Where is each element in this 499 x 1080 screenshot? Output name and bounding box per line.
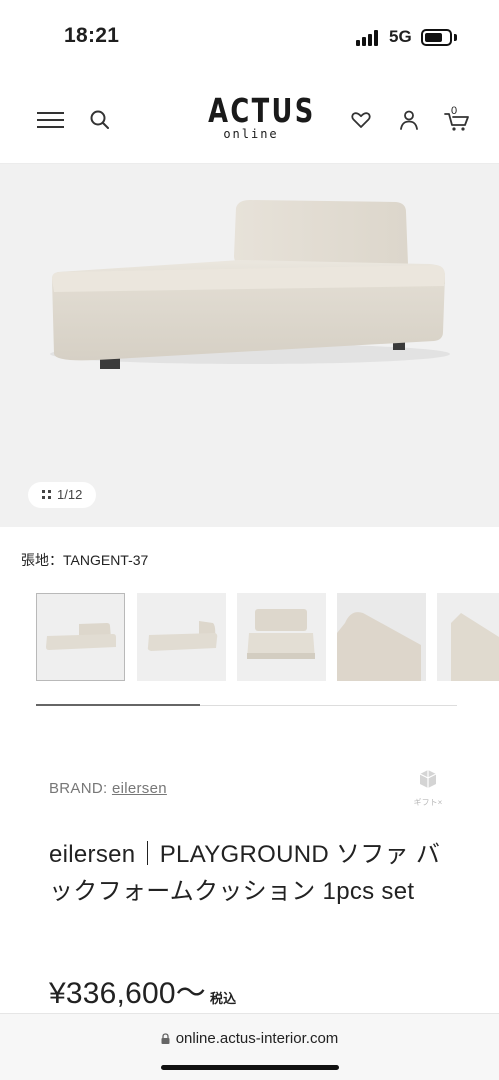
heart-icon[interactable]	[349, 108, 373, 132]
fabric-label: 張地：TANGENT-37	[21, 552, 149, 568]
thumbnail-1[interactable]	[36, 593, 125, 681]
status-bar: 18:21 5G	[0, 0, 499, 72]
sofa-illustration	[50, 200, 450, 369]
gift-label: ギフト×	[413, 798, 443, 807]
product-title: eilersen｜PLAYGROUND ソファ バックフォームクッション 1pc…	[49, 841, 441, 905]
tax-label: 税込	[209, 991, 237, 1006]
site-header: ACTUS online 0	[0, 72, 499, 164]
signal-icon	[356, 30, 382, 46]
price-value: ¥336,600～	[49, 977, 206, 1010]
search-icon[interactable]	[88, 108, 112, 132]
image-counter-text: 1/12	[57, 487, 83, 502]
product-hero-image[interactable]: 1/12	[0, 164, 499, 527]
url-text: online.actus-interior.com	[175, 1030, 339, 1047]
user-icon[interactable]	[397, 108, 421, 132]
thumbnail-4[interactable]	[337, 593, 426, 681]
status-time: 18:21	[64, 24, 120, 47]
brand-prefix: BRAND:	[49, 780, 112, 797]
cart-icon[interactable]: 0	[443, 105, 471, 132]
product-price: ¥336,600～ 税込	[49, 968, 236, 1012]
battery-icon	[421, 29, 452, 46]
brand-link[interactable]: eilersen	[112, 780, 167, 797]
cart-count: 0	[451, 105, 458, 117]
browser-address-bar[interactable]: online.actus-interior.com	[0, 1013, 499, 1080]
battery-tip	[454, 34, 457, 41]
gift-icon	[419, 770, 437, 788]
site-logo[interactable]: ACTUS online	[196, 91, 316, 142]
thumbnail-3[interactable]	[237, 593, 326, 681]
thumbnail-2[interactable]	[137, 593, 226, 681]
brand-line: BRAND: eilersen	[49, 780, 167, 797]
menu-icon[interactable]	[37, 112, 64, 128]
thumbnail-scroll-indicator	[36, 704, 457, 706]
lock-icon	[161, 1031, 170, 1044]
logo-main: ACTUS	[208, 91, 316, 130]
network-label: 5G	[389, 27, 412, 46]
thumbnail-strip[interactable]	[36, 593, 499, 683]
image-counter[interactable]: 1/12	[28, 482, 97, 508]
home-indicator[interactable]	[161, 1065, 339, 1070]
thumbnail-5[interactable]	[437, 593, 499, 681]
scroll-indicator-fill	[36, 704, 201, 706]
address-bar-url[interactable]: online.actus-interior.com	[0, 1030, 499, 1047]
gift-status: ギフト×	[408, 768, 448, 808]
grid-icon	[42, 490, 51, 499]
